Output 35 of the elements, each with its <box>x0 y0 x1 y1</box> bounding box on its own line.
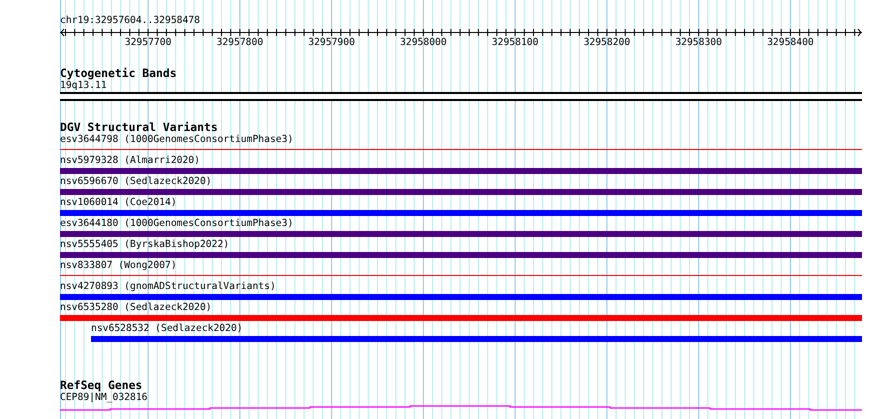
variant-label: nsv6528532 (Sedlazeck2020) <box>91 323 243 335</box>
ruler-label: 32958100 <box>492 37 538 48</box>
variant-label: esv3644798 (1000GenomesConsortiumPhase3) <box>60 134 294 146</box>
ruler-label: 32958200 <box>584 37 630 48</box>
variant-label: nsv833807 (Wong2007) <box>60 260 177 272</box>
variant-label: nsv1060014 (Coe2014) <box>60 197 177 209</box>
ruler-label: 32957800 <box>216 37 264 48</box>
variant-line[interactable] <box>60 149 862 150</box>
gene-model-drawing[interactable] <box>60 405 862 411</box>
ruler-label: 32958000 <box>400 37 447 48</box>
variant-bar[interactable] <box>60 168 862 174</box>
ruler-label: 32957700 <box>124 37 172 48</box>
gene-label: CEP89|NM_032816 <box>60 392 148 404</box>
variant-label: nsv6596670 (Sedlazeck2020) <box>60 176 212 188</box>
track-title: RefSeq Genes <box>60 379 144 392</box>
band-label: 19q13.11 <box>60 80 107 92</box>
variant-bar[interactable] <box>60 294 862 300</box>
track-title: Cytogenetic Bands <box>60 67 178 80</box>
variant-bar[interactable] <box>60 210 862 216</box>
variant-bar[interactable] <box>60 315 862 321</box>
variant-label: nsv4270893 (gnomADStructuralVariants) <box>60 281 276 293</box>
ruler-label: 32957900 <box>308 37 355 48</box>
variant-bar[interactable] <box>60 231 862 237</box>
variant-label: nsv5555405 (ByrskaBishop2022) <box>60 239 230 251</box>
variant-bar[interactable] <box>91 336 862 342</box>
variant-label: nsv5979328 (Almarri2020) <box>60 155 200 167</box>
variant-line[interactable] <box>60 275 862 276</box>
location-label: chr19:32957604..32958478 <box>60 15 201 27</box>
variant-label: nsv6535280 (Sedlazeck2020) <box>60 302 212 314</box>
variant-bar[interactable] <box>60 189 862 195</box>
ruler-label: 32958300 <box>675 37 722 48</box>
variant-bar[interactable] <box>60 252 862 258</box>
variant-label: esv3644180 (1000GenomesConsortiumPhase3) <box>60 218 294 230</box>
ruler-label: 32958400 <box>767 37 814 48</box>
track-title: DGV Structural Variants <box>60 121 219 134</box>
